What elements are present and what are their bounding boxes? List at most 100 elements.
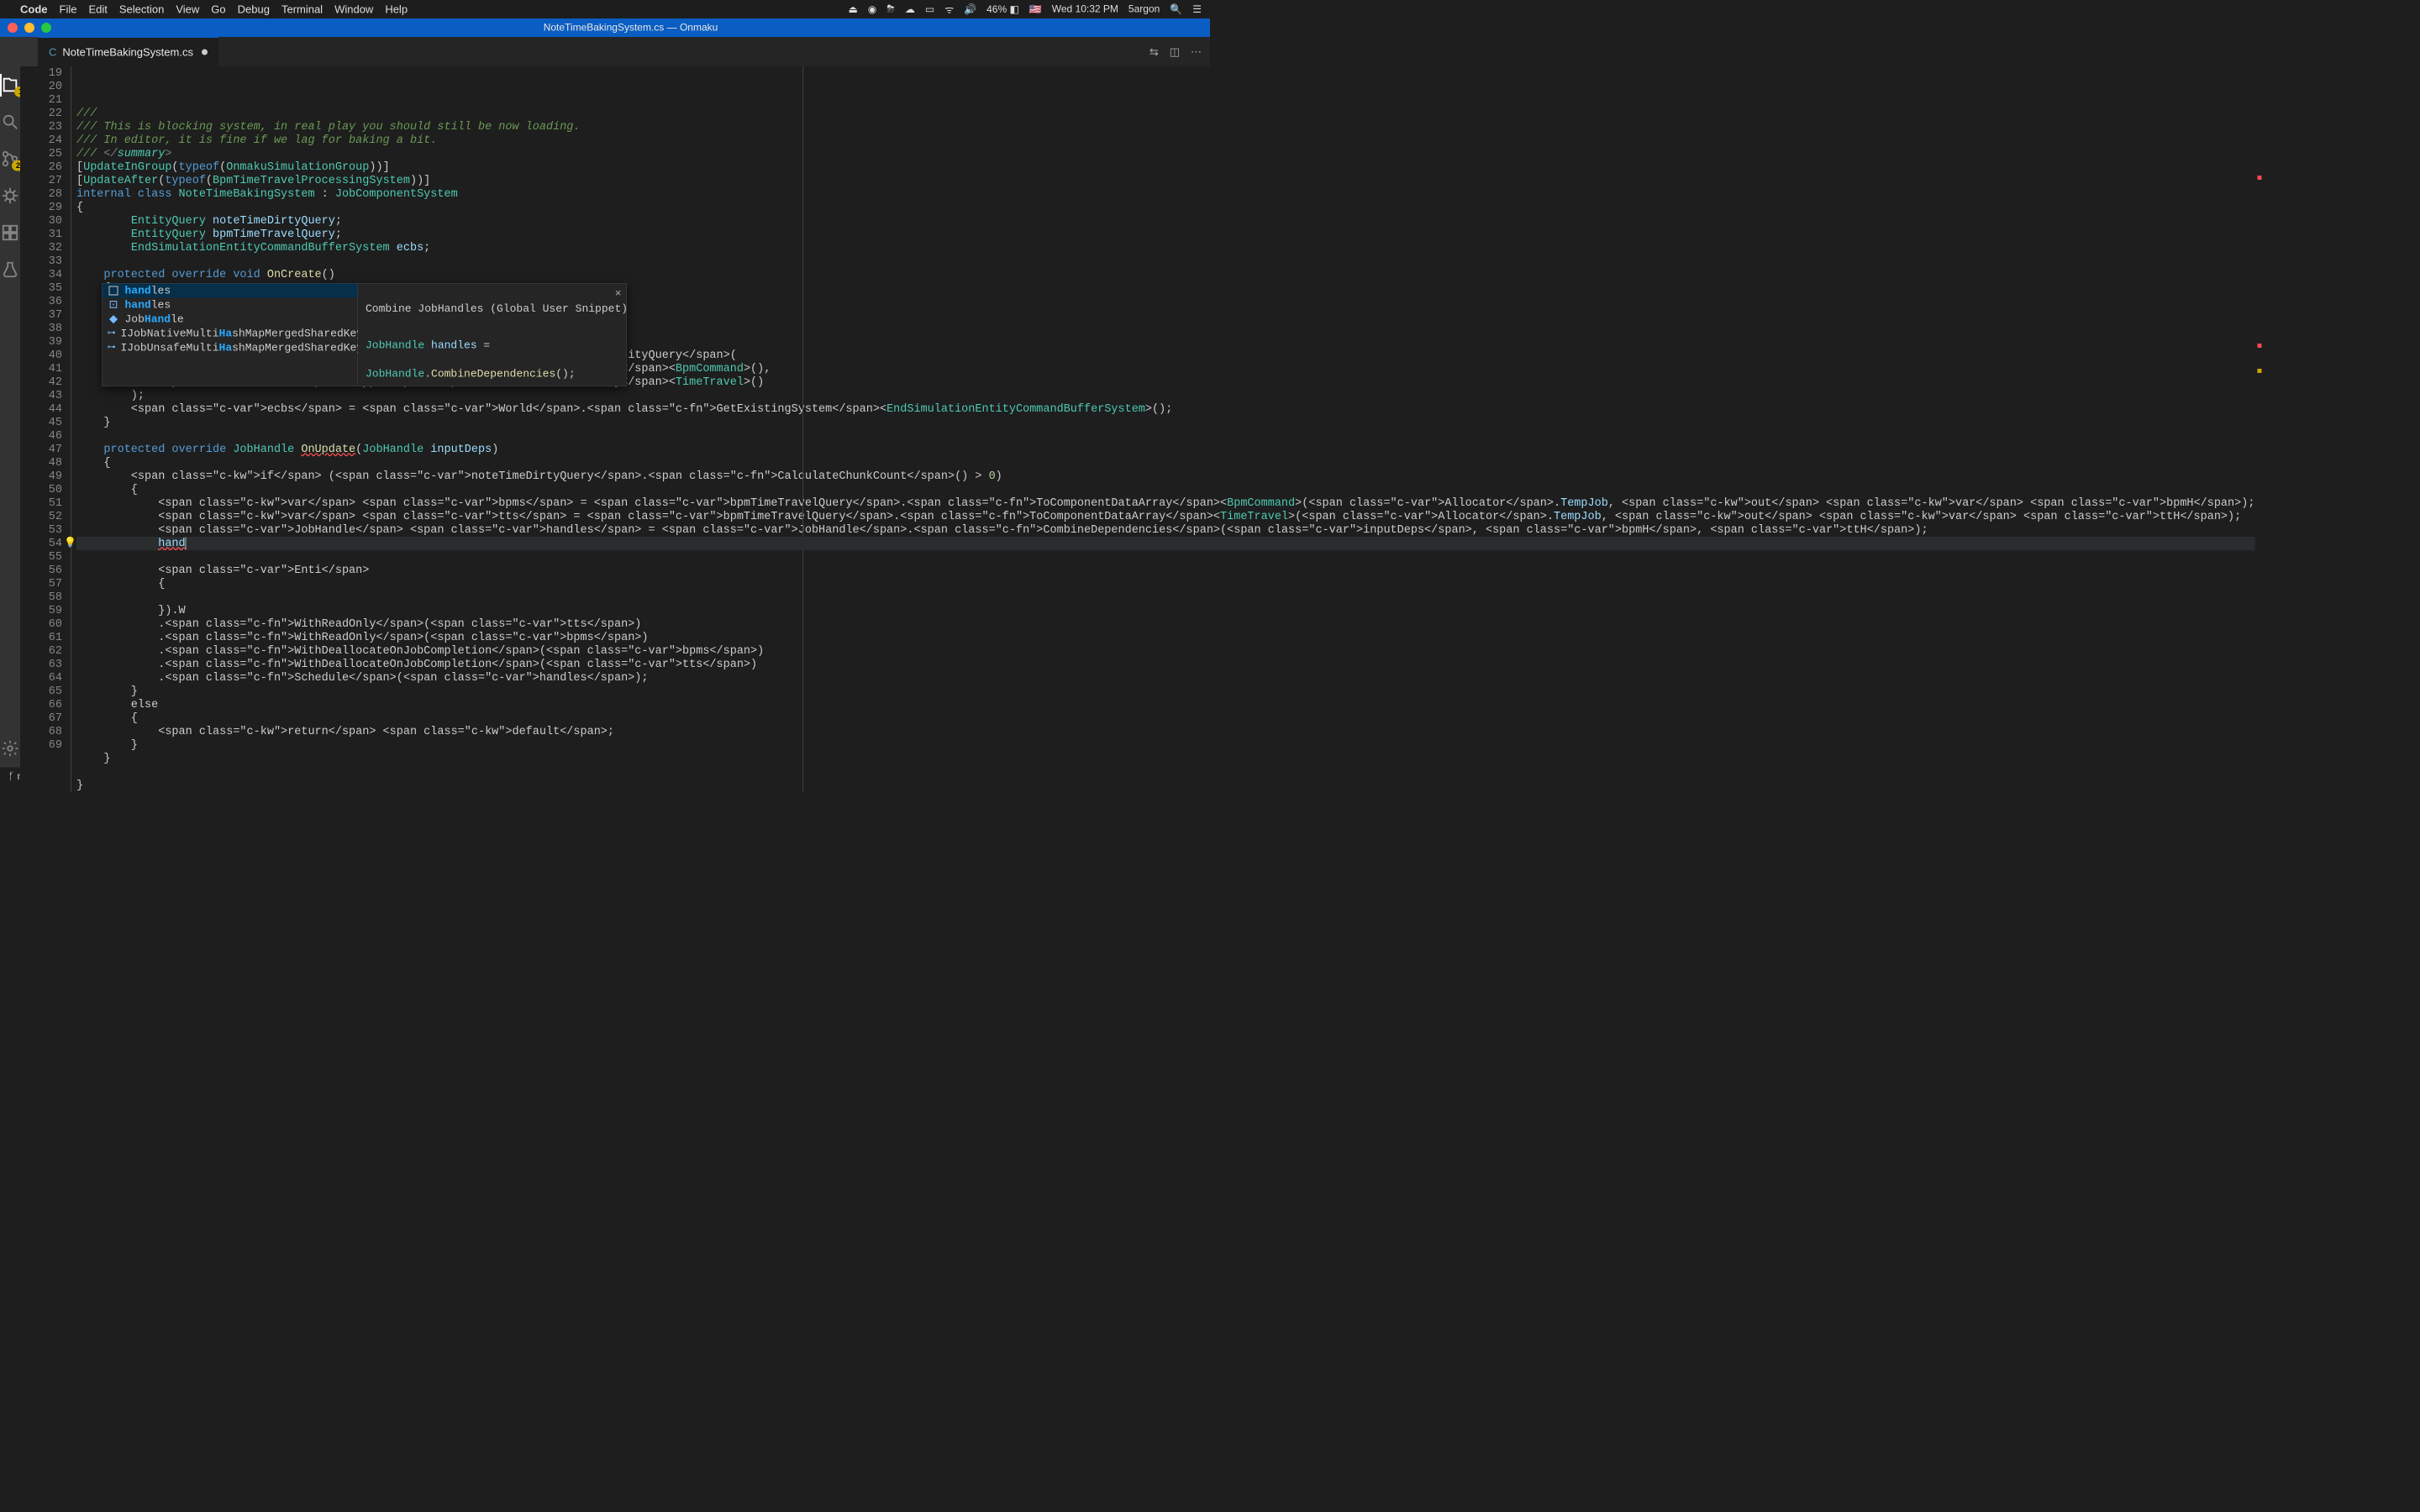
code-line[interactable]: [UpdateAfter(typeof(BpmTimeTravelProcess… <box>76 174 2254 187</box>
code-line[interactable]: { <box>76 711 2254 725</box>
code-line[interactable]: ); <box>76 389 2254 402</box>
code-line[interactable] <box>76 429 2254 443</box>
completion-doc: × Combine JobHandles (Global User Snippe… <box>358 283 627 386</box>
code-line[interactable]: { <box>76 456 2254 470</box>
code-editor[interactable]: 1920212223242526272829303132333435363738… <box>20 66 2261 792</box>
window-minimize[interactable] <box>24 23 34 33</box>
dropbox-icon[interactable]: ⛈ <box>886 3 895 15</box>
window-title: NoteTimeBakingSystem.cs — Onmaku <box>544 22 718 34</box>
completion-item[interactable]: ⊶IJobUnsafeMultiHashMapMergedSharedKeyIn… <box>103 341 358 355</box>
menu-view[interactable]: View <box>176 3 199 16</box>
code-line[interactable]: <span class="c-var">JobHandle</span> <sp… <box>76 523 2254 537</box>
line-gutter: 1920212223242526272829303132333435363738… <box>20 66 71 792</box>
code-line[interactable] <box>76 550 2254 564</box>
completion-item[interactable]: ◆JobHandle <box>103 312 358 327</box>
code-line[interactable]: { <box>76 201 2254 214</box>
menu-edit[interactable]: Edit <box>88 3 107 16</box>
code-line[interactable]: /// </summary> <box>76 147 2254 160</box>
code-line[interactable]: EntityQuery bpmTimeTravelQuery; <box>76 228 2254 241</box>
code-line[interactable]: EntityQuery noteTimeDirtyQuery; <box>76 214 2254 228</box>
cloud-icon[interactable]: ☁ <box>905 3 915 16</box>
code-line[interactable]: }).W <box>76 604 2254 617</box>
menu-go[interactable]: Go <box>211 3 225 16</box>
activity-scm[interactable]: 23 <box>0 149 20 169</box>
code-line[interactable]: /// In editor, it is fine if we lag for … <box>76 134 2254 147</box>
completion-item[interactable]: ⊡handles <box>103 298 358 312</box>
clock[interactable]: Wed 10:32 PM <box>1052 3 1118 15</box>
code-line[interactable]: .<span class="c-fn">WithDeallocateOnJobC… <box>76 658 2254 671</box>
window-zoom[interactable] <box>41 23 51 33</box>
volume-icon[interactable]: 🔊 <box>964 3 976 16</box>
more-actions-icon[interactable]: ⋯ <box>1191 45 1202 59</box>
activity-test[interactable] <box>0 260 20 280</box>
code-line[interactable]: .<span class="c-fn">WithReadOnly</span>(… <box>76 631 2254 644</box>
menu-terminal[interactable]: Terminal <box>281 3 323 16</box>
code-line[interactable] <box>76 591 2254 604</box>
code-line[interactable]: <span class="c-kw">return</span> <span c… <box>76 725 2254 738</box>
menu-window[interactable]: Window <box>334 3 373 16</box>
window-close[interactable] <box>8 23 18 33</box>
menu-debug[interactable]: Debug <box>238 3 270 16</box>
code-line[interactable]: .<span class="c-fn">WithDeallocateOnJobC… <box>76 644 2254 658</box>
menu-file[interactable]: File <box>60 3 77 16</box>
code-line[interactable]: } <box>76 752 2254 765</box>
code-line[interactable]: /// <box>76 107 2254 120</box>
overview-ruler[interactable] <box>2254 66 2261 792</box>
code-line[interactable]: } <box>76 779 2254 792</box>
control-center-icon[interactable]: ☰ <box>1192 3 1202 16</box>
user-name[interactable]: 5argon <box>1128 3 1160 15</box>
code-line[interactable]: protected override void OnCreate() <box>76 268 2254 281</box>
code-line[interactable]: <span class="c-kw">var</span> <span clas… <box>76 510 2254 523</box>
discord-icon[interactable]: ◉ <box>868 3 876 16</box>
doc-title: Combine JobHandles (Global User Snippet) <box>366 302 619 316</box>
completion-label: IJobUnsafeMultiHashMapMergedSharedKeyIn.… <box>121 341 397 354</box>
code-line[interactable]: EndSimulationEntityCommandBufferSystem e… <box>76 241 2254 255</box>
compare-changes-icon[interactable]: ⇆ <box>1150 45 1159 59</box>
completion-label: handles <box>125 298 171 312</box>
window-titlebar: NoteTimeBakingSystem.cs — Onmaku <box>0 18 1210 37</box>
battery-status[interactable]: 46% ◧ <box>986 3 1019 16</box>
code-line[interactable]: /// This is blocking system, in real pla… <box>76 120 2254 134</box>
code-line[interactable] <box>76 255 2254 268</box>
code-line[interactable]: hand💡 <box>76 537 2254 550</box>
split-editor-icon[interactable]: ◫ <box>1170 45 1180 59</box>
close-icon[interactable]: × <box>615 287 622 301</box>
code-line[interactable]: { <box>76 577 2254 591</box>
display-icon[interactable]: ▭ <box>925 3 934 16</box>
editor-tabbar: C NoteTimeBakingSystem.cs ⇆ ◫ ⋯ <box>0 37 1210 66</box>
input-source[interactable]: 🇺🇸 <box>1029 3 1042 16</box>
unity-icon[interactable]: ⏏ <box>848 3 857 16</box>
code-line[interactable]: <span class="c-kw">if</span> (<span clas… <box>76 470 2254 483</box>
intellisense-popup[interactable]: handles⊡handles◆JobHandle⊶IJobNativeMult… <box>102 283 627 386</box>
code-line[interactable] <box>76 765 2254 779</box>
code-line[interactable]: [UpdateInGroup(typeof(OnmakuSimulationGr… <box>76 160 2254 174</box>
code-line[interactable]: } <box>76 416 2254 429</box>
code-line[interactable]: } <box>76 738 2254 752</box>
activity-search[interactable] <box>0 112 20 132</box>
completion-label: JobHandle <box>125 312 184 326</box>
completion-item[interactable]: ⊶IJobNativeMultiHashMapMergedSharedKeyIn… <box>103 327 358 341</box>
code-line[interactable]: else <box>76 698 2254 711</box>
code-line[interactable]: protected override JobHandle OnUpdate(Jo… <box>76 443 2254 456</box>
activity-explorer[interactable]: 1 <box>0 75 20 95</box>
activity-extensions[interactable] <box>0 223 20 243</box>
spotlight-icon[interactable]: 🔍 <box>1170 3 1182 16</box>
code-line[interactable]: <span class="c-var">Enti</span> <box>76 564 2254 577</box>
activity-settings[interactable] <box>0 738 20 759</box>
completion-item[interactable]: handles <box>103 284 358 298</box>
code-line[interactable]: <span class="c-kw">var</span> <span clas… <box>76 496 2254 510</box>
wifi-icon[interactable]: ᯤ <box>944 3 954 17</box>
lightbulb-icon[interactable]: 💡 <box>64 537 76 550</box>
csharp-file-icon: C <box>49 45 56 59</box>
code-line[interactable]: internal class NoteTimeBakingSystem : Jo… <box>76 187 2254 201</box>
code-line[interactable]: } <box>76 685 2254 698</box>
code-line[interactable]: .<span class="c-fn">Schedule</span>(<spa… <box>76 671 2254 685</box>
app-menu[interactable]: Code <box>20 3 48 16</box>
code-line[interactable]: <span class="c-var">ecbs</span> = <span … <box>76 402 2254 416</box>
menu-help[interactable]: Help <box>385 3 408 16</box>
menu-selection[interactable]: Selection <box>119 3 164 16</box>
code-line[interactable]: .<span class="c-fn">WithReadOnly</span>(… <box>76 617 2254 631</box>
activity-debug[interactable] <box>0 186 20 206</box>
code-line[interactable]: { <box>76 483 2254 496</box>
tab-open-file[interactable]: C NoteTimeBakingSystem.cs <box>38 37 218 66</box>
